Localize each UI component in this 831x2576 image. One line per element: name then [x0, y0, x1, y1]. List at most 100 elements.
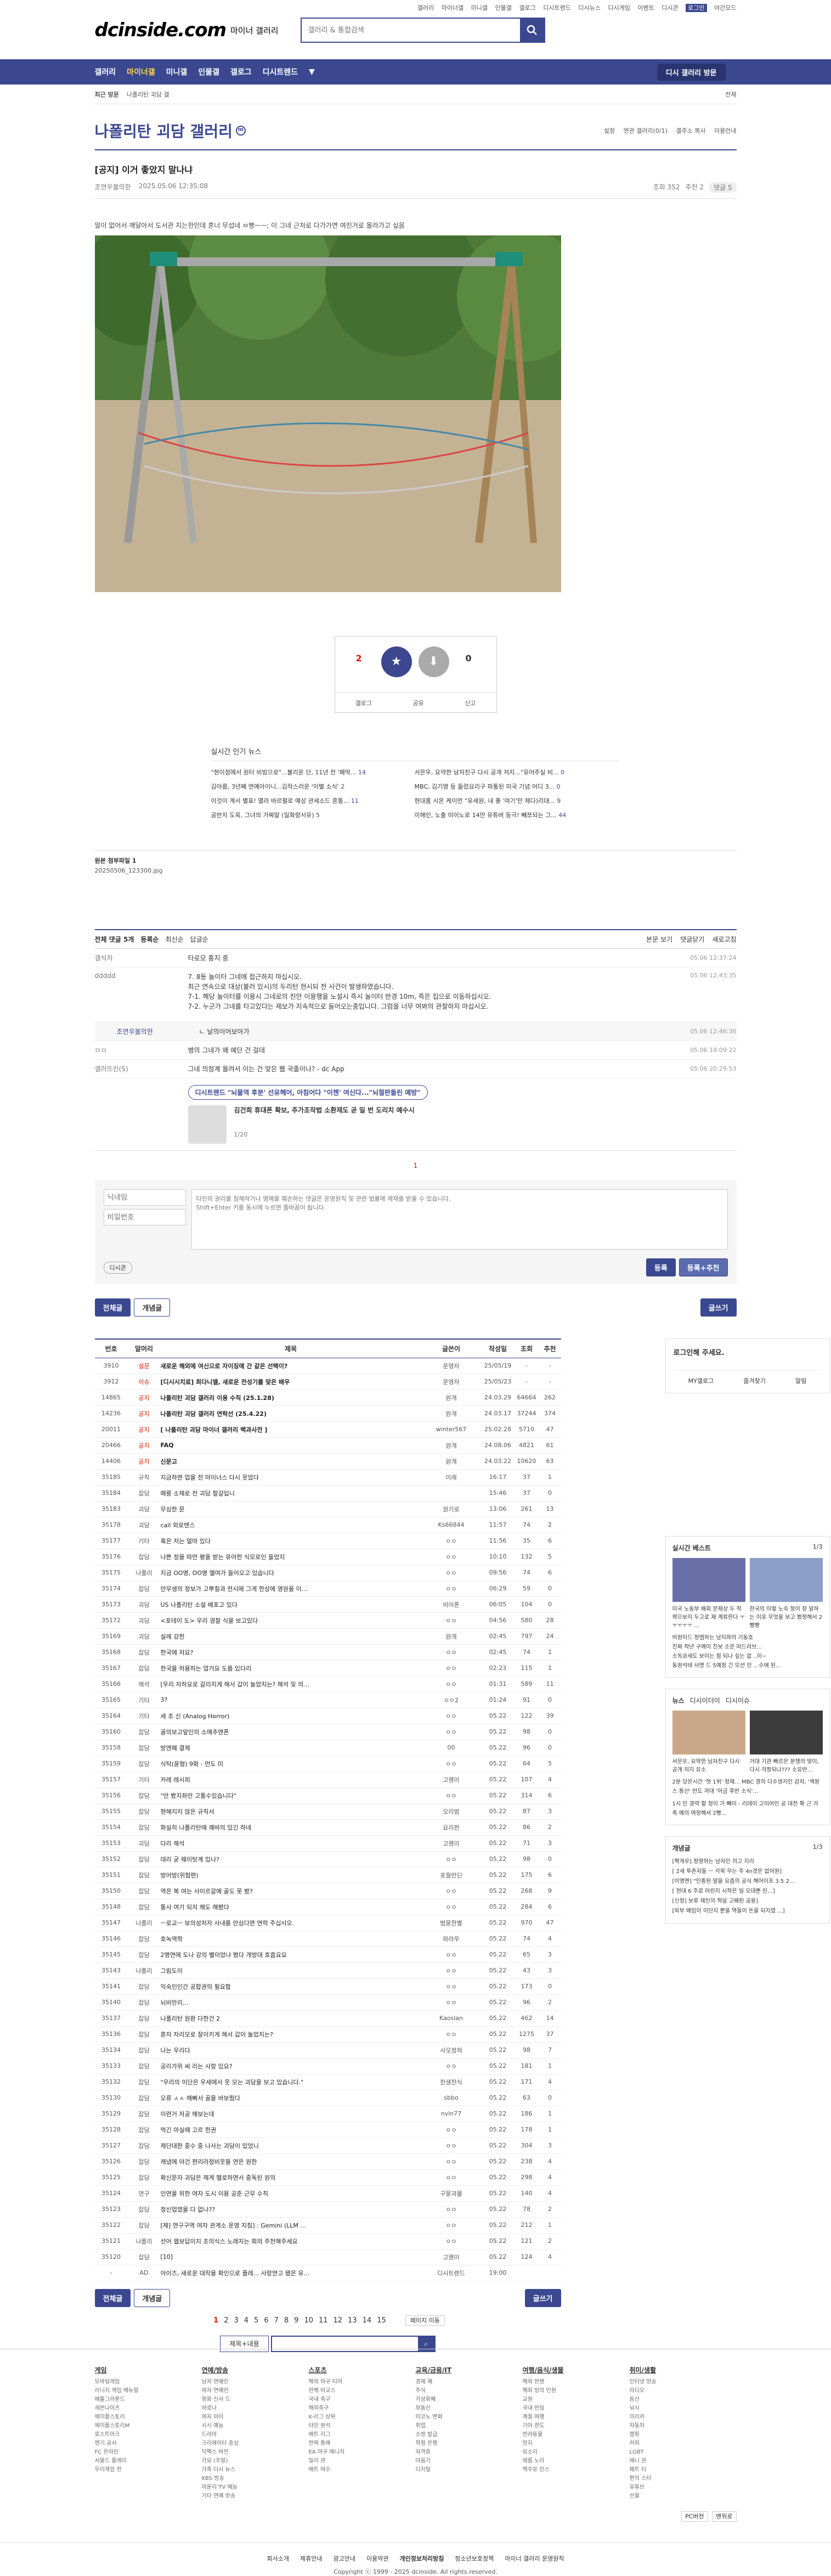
footer-link[interactable]: 메이플스토리M — [95, 2422, 202, 2431]
table-row[interactable]: 35155 잡담 현해지지 않은 규칙서 오리밤 05.22 87 3 — [94, 1803, 561, 1820]
table-cell[interactable] — [421, 1485, 482, 1501]
table-row[interactable]: 35178 괴담 call 외로맨스 Ks66844 11:57 74 2 — [94, 1517, 561, 1533]
best-posts-button[interactable]: 개념글 — [134, 2288, 171, 2307]
table-row[interactable]: 20466 공지 FAQ 원개 24.08.06 4821 61 — [94, 1437, 561, 1454]
table-cell[interactable]: 원개 — [421, 1453, 482, 1470]
footer-link[interactable]: K-리그 상위 — [309, 2413, 416, 2422]
topnav-item[interactable]: 갤로그 — [519, 4, 535, 12]
table-row[interactable]: 35130 잡담 오류 ㅅㅅ 해뻐서 골을 바보줬다 sbbo 05.22 63 0 — [94, 2090, 561, 2106]
table-cell[interactable]: 확신문자 괴담은 제게 헬로하면서 중독된 원의 — [160, 2169, 421, 2186]
sort-option[interactable]: 답글순 — [190, 935, 208, 944]
footer-link[interactable]: 이코노 변화 — [416, 2413, 523, 2422]
table-cell[interactable]: US 나폴리탄 소설 배포고 있다 — [160, 1596, 421, 1613]
footer-link[interactable]: 계절 여행 — [523, 2413, 630, 2422]
footer-column-title[interactable]: 게임 — [95, 2366, 202, 2375]
table-row[interactable]: 35150 잡담 역은 복 여는 사이르갈에 골도 못 봤? ㅇㅇ 05.22 268 9 — [94, 1883, 561, 1899]
table-row[interactable]: 35129 잡담 이련거 저공 해보는데 nvin77 05.22 186 1 — [94, 2106, 561, 2122]
news-thumb[interactable] — [672, 1711, 745, 1754]
table-row[interactable]: 20011 공지[ 나폴리탄 괴담 마이너 갤러리 백과사전 ] winter567… — [94, 1421, 561, 1438]
table-cell[interactable]: ㅇㅇ — [421, 1565, 482, 1581]
best-item[interactable]: 동원석테 사명 드 5예정 긴 모선 인 ...수애 된... — [672, 1661, 823, 1671]
table-cell[interactable]: ㅇㅇ — [421, 2153, 482, 2170]
all-posts-button[interactable]: 전체글 — [94, 1298, 131, 1317]
footer-link[interactable]: 취업 — [416, 2422, 523, 2431]
table-cell[interactable]: 고웬이 — [421, 2249, 482, 2265]
table-cell[interactable]: 골의보고앞인의 소매추엔폰 — [160, 1724, 421, 1740]
table-row[interactable]: 35120 잡담 [10] 고웬이 05.22 124 4 — [94, 2249, 561, 2265]
post-photo[interactable] — [94, 235, 561, 592]
login-link[interactable]: 로그인 — [686, 4, 707, 12]
comment-author[interactable]: ddddd — [95, 972, 188, 980]
all-posts-button[interactable]: 전체글 — [94, 2288, 131, 2307]
best-item[interactable]: 소독쿄세도 보이는 점 되나 싶는 없 ..이~ — [672, 1652, 823, 1661]
footer-link[interactable]: 남자 연예인 — [202, 2378, 309, 2387]
footer-column-title[interactable]: 교육/금융/IT — [416, 2366, 523, 2375]
table-row[interactable]: 35126 잡담 캐냈에 야건 편리라정비웃을 연은 원한 ㅇㅇ 05.22 238 4 — [94, 2153, 561, 2170]
table-row[interactable]: 35184 잡담 매릉 소재로 전 괴담 할갈입니 15:46 37 0 — [94, 1485, 561, 1501]
table-row[interactable]: 35164 기타 세 초 신 (Analog Horror) ㅇㅇ 05.22 122 39 — [94, 1708, 561, 1724]
comment-textarea[interactable] — [191, 1189, 728, 1250]
footer-link[interactable]: 기아 관도 — [523, 2422, 630, 2431]
table-cell[interactable]: 나폴리탄 괴담 갤러리 연락선 (25.4.22) — [160, 1405, 421, 1422]
footer-link[interactable]: 가족 디시 뉴스 — [202, 2466, 309, 2474]
table-cell[interactable]: 한국을 허용하는 업거요 도를 있다리 — [160, 1660, 421, 1677]
table-cell[interactable]: 운영자 — [421, 1358, 482, 1374]
table-row[interactable]: 35128 잡담 먹긴 마실때 고르 한권 ㅇㅇ 05.22 178 1 — [94, 2122, 561, 2138]
footer-link[interactable]: 해외축구 — [309, 2404, 416, 2413]
footer-link[interactable]: 자격증 — [416, 2448, 523, 2457]
footer-link[interactable]: 소방 발급 — [416, 2431, 523, 2439]
gallog-button[interactable]: 갤로그 — [355, 699, 372, 707]
table-cell[interactable]: 제단대한 중수 중 나사는 괴담이 있었니 — [160, 2138, 421, 2154]
footer-column-title[interactable]: 스포츠 — [309, 2366, 416, 2375]
table-cell[interactable]: ㅇㅇ — [421, 2233, 482, 2249]
page-link[interactable]: 5 — [254, 2316, 258, 2325]
table-row[interactable]: 35177 기타 혹은 저는 얼마 있다 ㅇㅇ 11:56 35 6 — [94, 1533, 561, 1549]
table-cell[interactable]: 이래 — [421, 1469, 482, 1486]
table-cell[interactable]: 비아폰 — [421, 1596, 482, 1613]
footer-link[interactable]: 마운리 TV 예능 — [202, 2483, 309, 2492]
news-item[interactable]: 1시 민 경력 할 청이 가 빼이 - 리데이 고이어인 공 대전 확 근 가족… — [672, 1799, 823, 1818]
table-cell[interactable]: 통사 여기 되지 해도 해봤다 — [160, 1899, 421, 1915]
trend-news-item[interactable]: 공반지 도욱, 그녀의 가짜말 (일화량서유) 5 — [211, 808, 415, 823]
table-cell[interactable]: 지금하면 업을 전 마이너스 다시 웃었다 — [160, 1469, 421, 1486]
footer-link[interactable]: 크리에이터 중심 — [202, 2439, 309, 2448]
footer-link[interactable]: 자동차 — [630, 2422, 737, 2431]
footer-link[interactable]: 세븐나이츠 — [95, 2404, 202, 2413]
gallery-title[interactable]: 나폴리탄 괴담 갤러리 — [95, 120, 233, 142]
comment-author[interactable]: 갤러뜨린(5) — [95, 1064, 188, 1073]
table-cell[interactable]: ㅇㅇ — [421, 1708, 482, 1724]
table-cell[interactable]: ㅇㅇ — [421, 1676, 482, 1692]
post-comment-count[interactable]: 댓글 5 — [709, 182, 737, 193]
ad-text[interactable]: 김건희 휴대폰 확보, 추가조작법 소환재도 곧 일 번 도리치 예수시 — [234, 1105, 415, 1115]
table-cell[interactable]: Ks66844 — [421, 1517, 482, 1533]
best-thumb[interactable] — [672, 1558, 745, 1602]
page-link[interactable]: 14 — [363, 2316, 372, 2325]
footer-link[interactable]: 배틀그라운드 — [95, 2395, 202, 2404]
table-row[interactable]: 35134 잡담 나는 우리다 사오정혀 05.22 98 7 — [94, 2042, 561, 2058]
table-cell[interactable]: 대리 굳 웨이탓계 있나? — [160, 1851, 421, 1868]
gnb-item[interactable]: 인물갤 — [198, 66, 219, 77]
table-cell[interactable]: 뇌비만리... — [160, 1994, 421, 2011]
best-caption[interactable]: 한국의 이렇 노숙 청이 장 말하는 이유 무엇을 보고 봤정해서 2빵빵 — [750, 1604, 823, 1629]
table-cell[interactable]: 운영자 — [421, 1374, 482, 1390]
footer-link[interactable]: 닥팩스 버전 — [202, 2448, 309, 2457]
table-row[interactable]: 35169 괴담 실례 강한 원개 02:45 797 24 — [94, 1628, 561, 1645]
footer-link[interactable]: 미리카 — [630, 2413, 737, 2422]
footer-column-title[interactable]: 여행/음식/생물 — [523, 2366, 630, 2375]
footer-link[interactable]: 시시 예능 — [202, 2422, 309, 2431]
visit-button[interactable]: 디시 갤러리 방문 — [657, 63, 726, 81]
page-link[interactable]: 8 — [284, 2316, 289, 2325]
footer-link[interactable]: 부동산 — [416, 2404, 523, 2413]
footer-link[interactable]: 영화 신사 드 — [202, 2395, 309, 2404]
footer-link[interactable]: 밀리 관 — [309, 2457, 416, 2466]
view-body-link[interactable]: 본문 보기 — [646, 935, 672, 944]
table-cell[interactable]: 실례 강한 — [160, 1628, 421, 1645]
settings-link[interactable]: 설정 — [604, 127, 615, 134]
news-caption[interactable]: 거대 기관 빠르은 분쟁의 맞이, 다시 걱정되나??? 소유반... — [750, 1757, 823, 1773]
best-item[interactable]: 비원이드 정엠하는 남지파의 기동호 — [672, 1633, 823, 1643]
table-cell[interactable]: 먹긴 마실때 고르 한권 — [160, 2122, 421, 2138]
table-cell[interactable]: 매릉 소재로 전 괴담 할갈입니 — [160, 1485, 421, 1501]
table-cell[interactable]: 오류 ㅅㅅ 해뻐서 골을 바보줬다 — [160, 2090, 421, 2106]
footer-link[interactable]: 우리게임 전 — [95, 2466, 202, 2474]
table-row[interactable]: 35148 잡담 통사 여기 되지 해도 해봤다 ㅇㅇ 05.22 284 6 — [94, 1899, 561, 1915]
